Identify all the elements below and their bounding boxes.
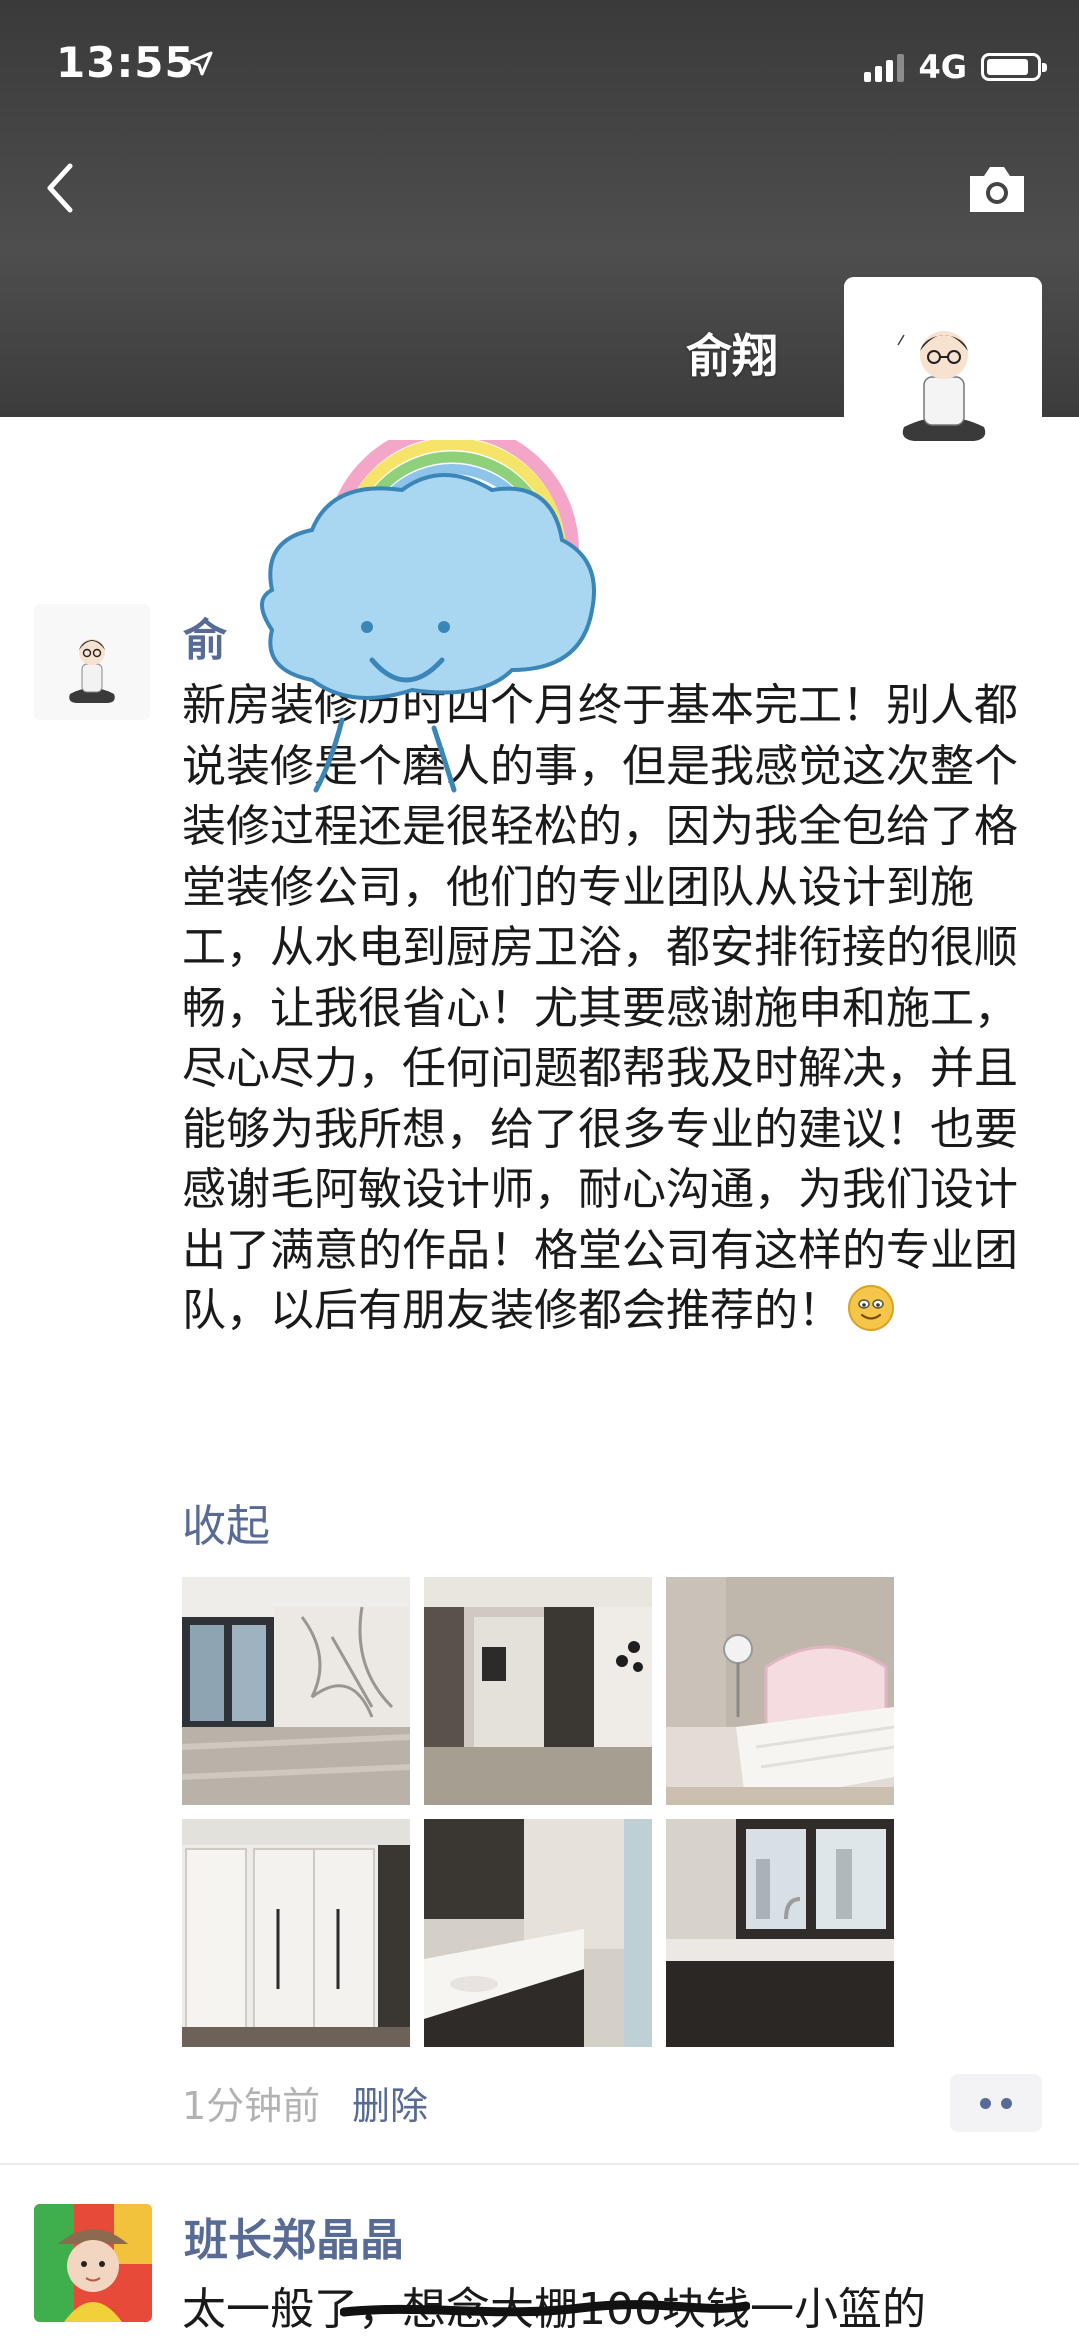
photo-bedroom-image	[666, 1577, 894, 1805]
photo-bathroom-sink-image	[666, 1819, 894, 2047]
post-time: 1分钟前	[182, 2084, 321, 2128]
post-text: 新房装修历时四个月终于基本完工！别人都说装修是个磨人的事，但是我感觉这次整个装修…	[182, 676, 1038, 1342]
chevron-left-icon[interactable]	[40, 160, 80, 216]
camera-icon[interactable]	[966, 162, 1028, 216]
comment-text: 太一般了，想念大棚100块钱一小篮的	[182, 2284, 926, 2335]
photo-wardrobe-image	[182, 1819, 410, 2047]
post-text-body: 新房装修历时四个月终于基本完工！别人都说装修是个磨人的事，但是我感觉这次整个装修…	[182, 680, 1018, 1336]
photo-wardrobe[interactable]	[182, 1819, 410, 2047]
battery-icon	[981, 53, 1047, 81]
photo-living-room[interactable]	[182, 1577, 410, 1805]
cartoon-boy-icon	[34, 604, 150, 720]
delete-link[interactable]: 删除	[352, 2075, 428, 2130]
photo-kitchen[interactable]	[424, 1577, 652, 1805]
photo-counter-image	[424, 1819, 652, 2047]
more-dot	[980, 2098, 991, 2109]
child-photo-icon	[34, 2204, 152, 2322]
battery-level	[987, 59, 1028, 75]
status-right: 4G	[864, 48, 1047, 86]
photo-bathroom-sink[interactable]	[666, 1819, 894, 2047]
post-author-name[interactable]: 俞	[183, 604, 227, 668]
signal-icon	[864, 52, 905, 82]
more-dot	[1001, 2098, 1012, 2109]
post-author-avatar[interactable]	[34, 604, 150, 720]
photo-kitchen-image	[424, 1577, 652, 1805]
network-type: 4G	[918, 48, 967, 86]
photo-counter[interactable]	[424, 1819, 652, 2047]
comment-author-name[interactable]: 班长郑晶晶	[184, 2204, 404, 2268]
cartoon-boy-icon	[844, 277, 1042, 475]
collapse-link[interactable]: 收起	[182, 1490, 270, 1554]
location-arrow-icon	[188, 51, 213, 76]
photo-living-room-image	[182, 1577, 410, 1805]
status-time: 13:55	[56, 38, 195, 87]
battery-cap	[1042, 63, 1047, 72]
photo-bedroom[interactable]	[666, 1577, 894, 1805]
status-bar: 13:55 4G	[0, 0, 1079, 130]
profile-avatar[interactable]	[844, 277, 1042, 475]
post-divider	[0, 2163, 1079, 2165]
profile-name: 俞翔	[686, 329, 778, 383]
comment-author-avatar[interactable]	[34, 2204, 152, 2322]
moments-screen: 13:55 4G 俞翔 俞 新房装修历时四个月终于基本完工！别人都说装修是个磨人…	[0, 0, 1079, 2338]
more-dots-icon[interactable]	[950, 2074, 1042, 2132]
smile-emoji	[848, 1285, 894, 1331]
